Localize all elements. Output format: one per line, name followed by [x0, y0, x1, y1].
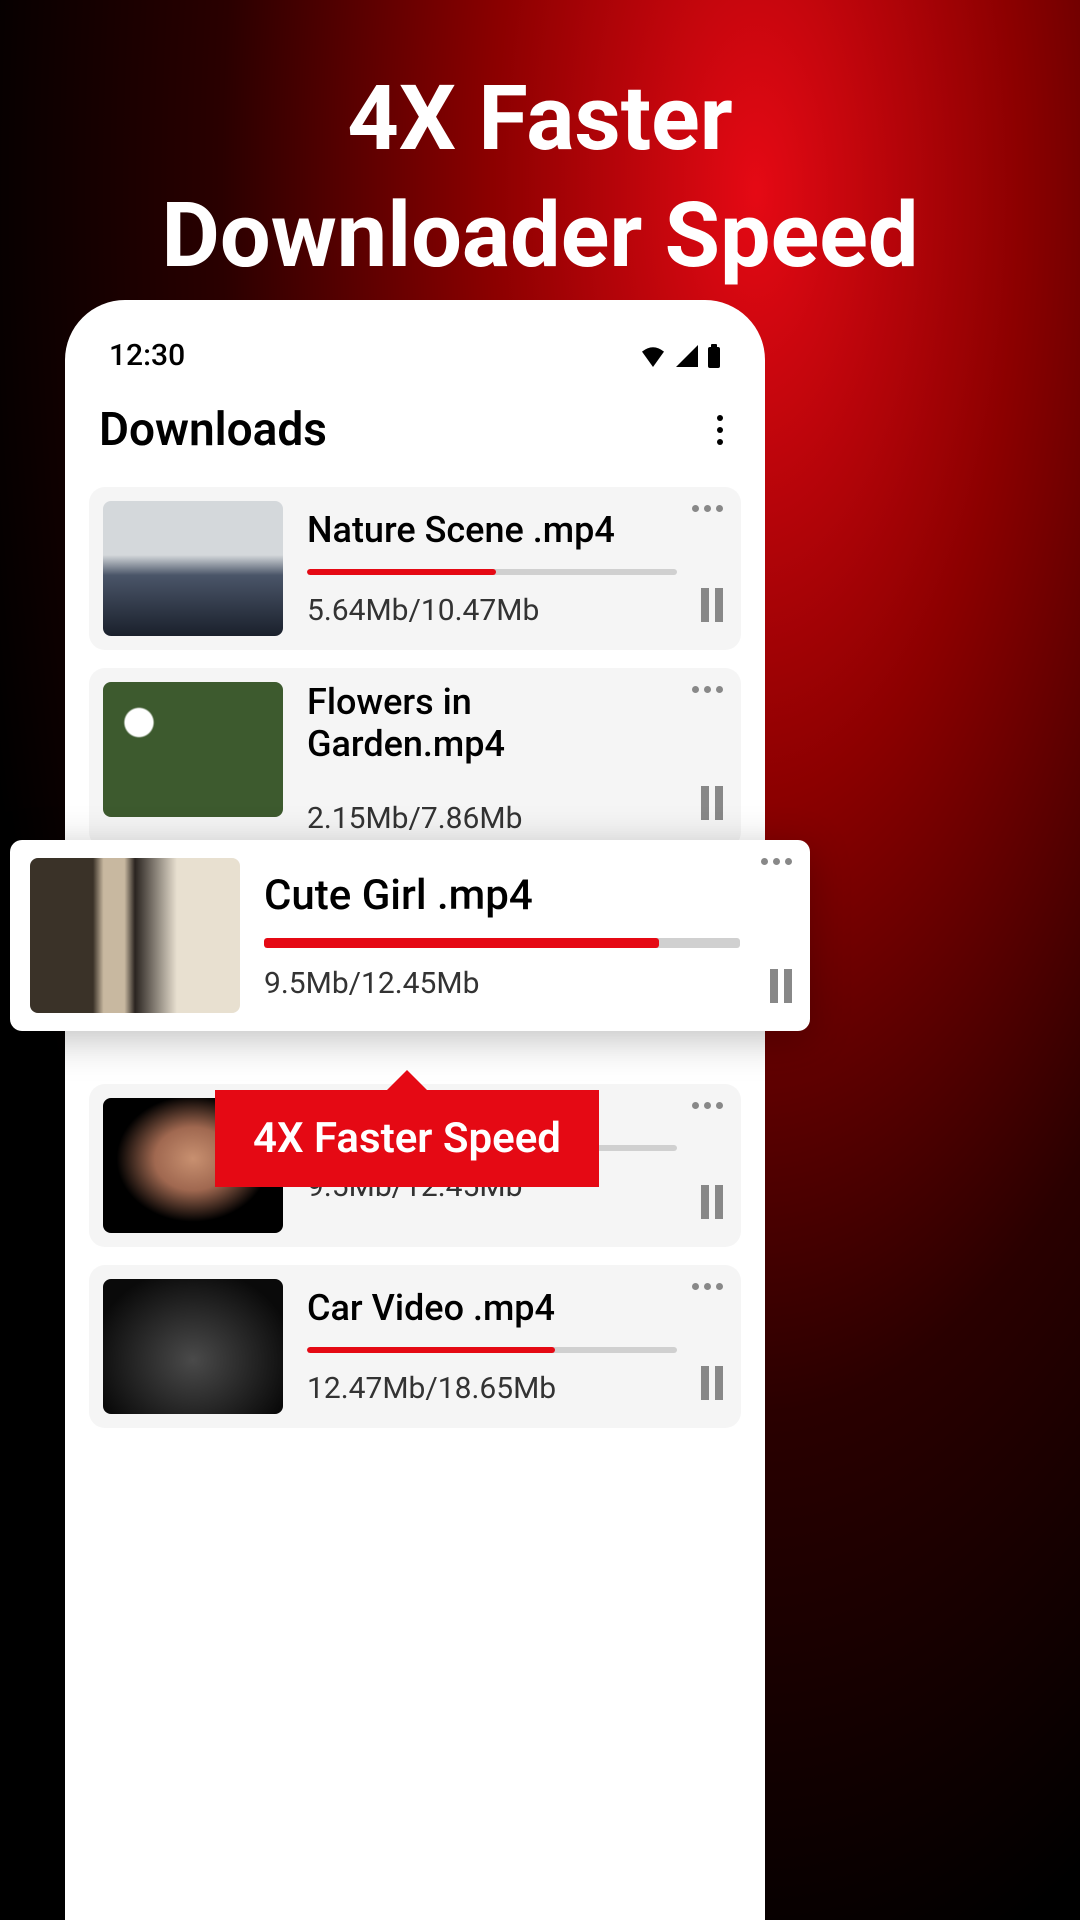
file-title: Cute Girl .mp4	[264, 871, 740, 920]
card-content: Flowers in Garden.mp4 2.15Mb/7.86Mb	[307, 682, 727, 834]
file-title: Nature Scene .mp4	[307, 509, 677, 551]
item-menu-button[interactable]	[692, 505, 723, 512]
file-title: Car Video .mp4	[307, 1287, 677, 1329]
progress-bar	[307, 1347, 677, 1353]
progress-bar	[264, 938, 740, 948]
hero-line2: Downloader Speed	[161, 183, 918, 288]
hero-title: 4X Faster Downloader Speed	[0, 0, 1080, 334]
file-size: 2.15Mb/7.86Mb	[307, 801, 677, 836]
more-options-button[interactable]	[709, 407, 731, 453]
download-item[interactable]: Nature Scene .mp4 5.64Mb/10.47Mb	[89, 487, 741, 650]
thumbnail	[103, 682, 283, 817]
file-size: 9.5Mb/12.45Mb	[264, 966, 740, 1001]
download-item[interactable]: Flowers in Garden.mp4 2.15Mb/7.86Mb	[89, 668, 741, 848]
status-icons	[639, 344, 721, 368]
pause-button[interactable]	[770, 969, 792, 1003]
progress-bar	[307, 569, 677, 575]
thumbnail	[103, 1279, 283, 1414]
file-size: 5.64Mb/10.47Mb	[307, 593, 677, 628]
progress-fill	[264, 938, 659, 948]
download-item-highlighted[interactable]: Cute Girl .mp4 9.5Mb/12.45Mb	[10, 840, 810, 1031]
pause-button[interactable]	[701, 588, 723, 622]
file-title: Flowers in Garden.mp4	[307, 681, 677, 765]
thumbnail	[30, 858, 240, 1013]
status-bar: 12:30	[89, 330, 741, 393]
hero-line1: 4X Faster	[347, 66, 732, 171]
card-content: Nature Scene .mp4 5.64Mb/10.47Mb	[307, 501, 727, 636]
speed-badge: 4X Faster Speed	[215, 1090, 599, 1187]
status-time: 12:30	[109, 338, 185, 373]
file-size: 12.47Mb/18.65Mb	[307, 1371, 677, 1406]
wifi-icon	[639, 345, 667, 367]
pause-button[interactable]	[701, 786, 723, 820]
progress-fill	[307, 569, 496, 575]
thumbnail	[103, 501, 283, 636]
progress-fill	[307, 1347, 555, 1353]
item-menu-button[interactable]	[692, 1102, 723, 1109]
signal-icon	[675, 345, 699, 367]
item-menu-button[interactable]	[692, 686, 723, 693]
download-item[interactable]: Car Video .mp4 12.47Mb/18.65Mb	[89, 1265, 741, 1428]
card-content: Cute Girl .mp4 9.5Mb/12.45Mb	[264, 858, 790, 1013]
card-content: Car Video .mp4 12.47Mb/18.65Mb	[307, 1279, 727, 1414]
item-menu-button[interactable]	[761, 858, 792, 865]
page-title: Downloads	[99, 403, 327, 457]
battery-icon	[707, 344, 721, 368]
item-menu-button[interactable]	[692, 1283, 723, 1290]
app-header: Downloads	[89, 393, 741, 487]
speed-badge-text: 4X Faster Speed	[253, 1114, 561, 1163]
pause-button[interactable]	[701, 1185, 723, 1219]
pause-button[interactable]	[701, 1366, 723, 1400]
